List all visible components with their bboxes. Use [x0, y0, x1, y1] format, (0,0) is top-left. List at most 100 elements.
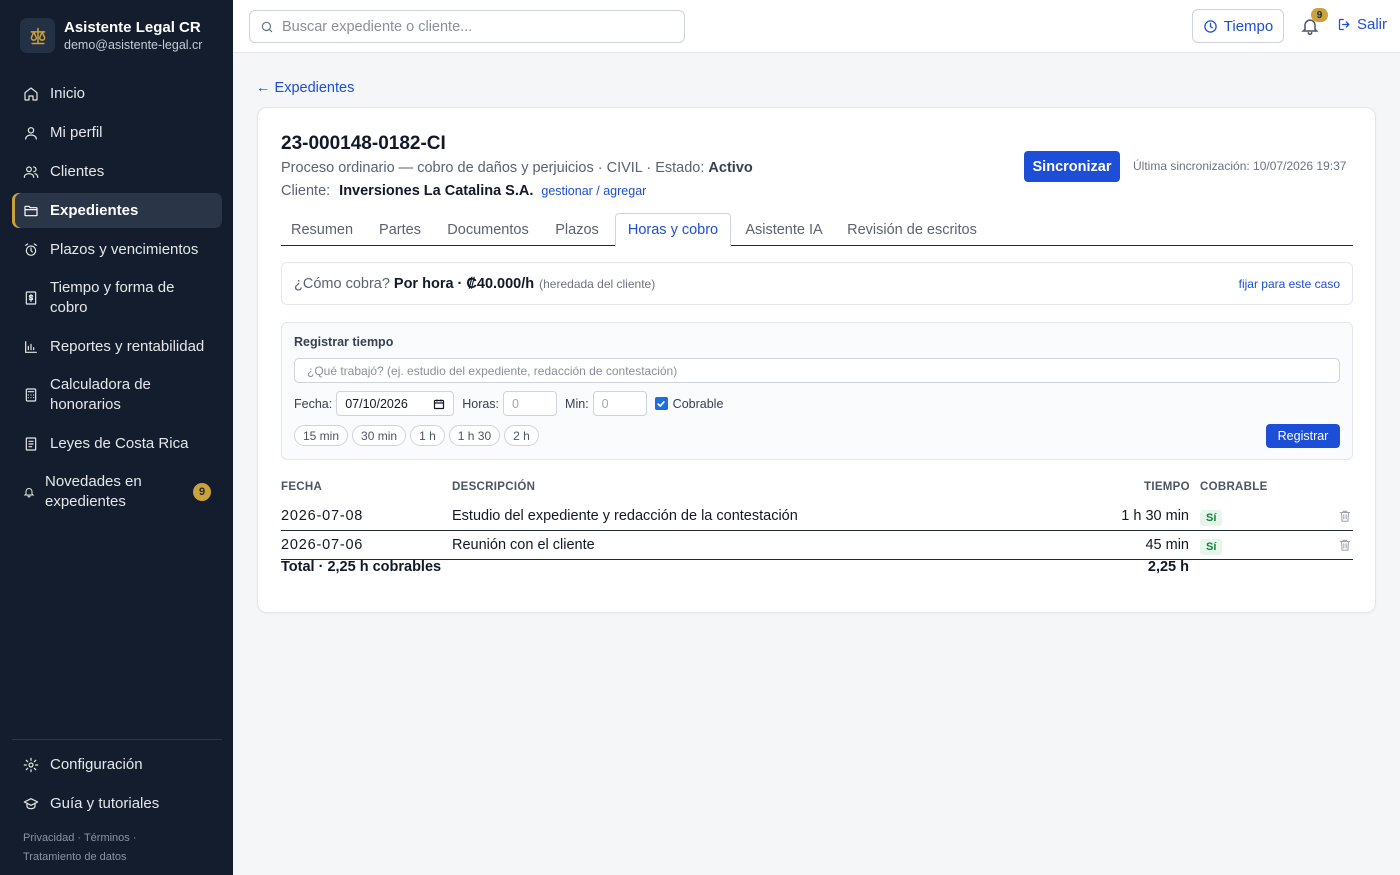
footer-links: Privacidad · Términos · Tratamiento de d… [23, 829, 218, 867]
chip-1-h[interactable]: 1 h [410, 425, 445, 446]
sidebar-item-label: Expedientes [50, 201, 139, 219]
search-box [249, 10, 685, 43]
users-icon [23, 164, 39, 180]
case-number: 23-000148-0182-CI [281, 133, 446, 154]
billing-mode-panel: ¿Cómo cobra? Por hora · ₡40.000/h (hered… [281, 262, 1353, 305]
sidebar: Asistente Legal CR demo@asistente-legal.… [0, 0, 233, 875]
col-header-billable: COBRABLE [1200, 481, 1268, 493]
tab-plazos[interactable]: Plazos [545, 213, 609, 246]
sidebar-item-label: Novedades en expedientes [45, 473, 142, 510]
chip-1-h-30[interactable]: 1 h 30 [448, 425, 501, 446]
sidebar-item-novedades[interactable]: Novedades en expedientes 9 [12, 465, 222, 519]
folder-icon [23, 203, 39, 219]
search-icon [260, 20, 274, 34]
entry-description: Reunión con el cliente [452, 537, 595, 553]
manage-client-link[interactable]: gestionar / agregar [541, 184, 646, 198]
privacy-link[interactable]: Privacidad [23, 832, 74, 844]
tab-revision-escritos[interactable]: Revisión de escritos [839, 213, 985, 246]
back-to-expedientes-link[interactable]: ← Expedientes [256, 80, 354, 96]
sidebar-item-tiempo-cobro[interactable]: Tiempo y forma de cobro [12, 271, 222, 325]
brand[interactable]: Asistente Legal CR demo@asistente-legal.… [20, 18, 202, 53]
register-time-title: Registrar tiempo [294, 335, 394, 349]
terms-link[interactable]: Términos [84, 832, 130, 844]
billable-badge: Sí [1200, 510, 1223, 526]
sidebar-item-plazos[interactable]: Plazos y vencimientos [12, 232, 222, 267]
work-description-input[interactable] [294, 358, 1340, 383]
chip-2-h[interactable]: 2 h [504, 425, 539, 446]
sidebar-item-label: Clientes [50, 162, 105, 180]
date-input[interactable]: 07/10/2026 [336, 391, 455, 416]
client-label: Cliente: [281, 183, 331, 199]
sidebar-item-configuracion[interactable]: Configuración [12, 747, 222, 782]
sidebar-nav: Inicio Mi perfil Clientes Expedientes Pl… [12, 76, 222, 523]
sidebar-item-label: Inicio [50, 84, 86, 102]
bell-icon [23, 486, 35, 498]
sidebar-bottom-nav: Configuración Guía y tutoriales [12, 747, 222, 825]
sidebar-item-label: Tiempo y forma de cobro [50, 279, 175, 316]
tab-resumen[interactable]: Resumen [281, 213, 363, 246]
sidebar-item-guia[interactable]: Guía y tutoriales [12, 786, 222, 821]
sidebar-item-inicio[interactable]: Inicio [12, 76, 222, 111]
data-treatment-link[interactable]: Tratamiento de datos [23, 851, 127, 863]
sidebar-item-mi-perfil[interactable]: Mi perfil [12, 115, 222, 150]
case-description-text: Proceso ordinario — cobro de daños y per… [281, 160, 709, 176]
clock-icon [1203, 19, 1224, 34]
logout-label: Salir [1357, 16, 1388, 33]
tab-partes[interactable]: Partes [369, 213, 431, 246]
sidebar-item-label: Leyes de Costa Rica [50, 434, 189, 452]
case-status: Activo [708, 160, 753, 176]
brand-email: demo@asistente-legal.cr [64, 38, 203, 52]
sidebar-item-leyes[interactable]: Leyes de Costa Rica [12, 426, 222, 461]
quick-time-chips: 15 min 30 min 1 h 1 h 30 2 h [294, 425, 543, 446]
sidebar-item-label: Configuración [50, 755, 143, 773]
entry-description: Estudio del expediente y redacción de la… [452, 508, 798, 524]
scales-icon [20, 18, 55, 53]
user-icon [23, 125, 39, 141]
col-header-time: TIEMPO [1144, 481, 1190, 493]
total-value: 2,25 h [1147, 559, 1189, 575]
sidebar-divider [12, 739, 222, 740]
calendar-icon[interactable] [433, 398, 445, 410]
minutes-label: Min: [565, 396, 589, 411]
entry-time: 1 h 30 min [1121, 508, 1189, 524]
client-name: Inversiones La Catalina S.A. [339, 183, 534, 199]
sync-button[interactable]: Sincronizar [1024, 151, 1120, 182]
billable-label: Cobrable [672, 396, 724, 411]
search-input[interactable] [282, 18, 662, 35]
calculator-icon [23, 387, 39, 403]
date-value: 07/10/2026 [345, 396, 408, 411]
table-row: 2026-07-06 Reunión con el cliente 45 min… [281, 531, 1353, 560]
bar-chart-icon [23, 339, 39, 355]
minutes-input[interactable] [592, 391, 647, 416]
billing-mode: Por hora · ₡40.000/h [393, 275, 535, 292]
book-icon [23, 436, 39, 452]
graduation-cap-icon [23, 796, 39, 812]
sidebar-item-clientes[interactable]: Clientes [12, 154, 222, 189]
gear-icon [23, 757, 39, 773]
tab-asistente-ia[interactable]: Asistente IA [737, 213, 831, 246]
sidebar-item-expedientes[interactable]: Expedientes [12, 193, 222, 228]
hours-label: Horas: [462, 396, 500, 411]
tiempo-label: Tiempo [1223, 17, 1274, 35]
logout-button[interactable]: Salir [1337, 16, 1387, 33]
register-button[interactable]: Registrar [1266, 424, 1340, 448]
trash-icon[interactable] [1338, 538, 1352, 552]
total-row: Total · 2,25 h cobrables 2,25 h [281, 559, 1353, 575]
sidebar-item-label: Guía y tutoriales [50, 794, 160, 812]
chip-30-min[interactable]: 30 min [352, 425, 407, 446]
tab-documentos[interactable]: Documentos [438, 213, 538, 246]
register-fields-row: Fecha: 07/10/2026 Horas: Min: Cobrable [294, 391, 723, 416]
hours-input[interactable] [503, 391, 558, 416]
sidebar-item-label: Reportes y rentabilidad [50, 337, 205, 355]
tab-horas-cobro[interactable]: Horas y cobro [615, 213, 731, 247]
sidebar-item-label: Mi perfil [50, 123, 103, 141]
case-tabs: Resumen Partes Documentos Plazos Horas y… [281, 213, 1353, 247]
brand-name: Asistente Legal CR [64, 19, 201, 36]
sidebar-item-reportes[interactable]: Reportes y rentabilidad [12, 329, 222, 364]
tiempo-button[interactable]: Tiempo [1192, 9, 1284, 43]
fix-billing-link[interactable]: fijar para este caso [1239, 277, 1340, 291]
trash-icon[interactable] [1338, 509, 1352, 523]
chip-15-min[interactable]: 15 min [294, 425, 349, 446]
sidebar-item-calculadora[interactable]: Calculadora de honorarios [12, 368, 222, 422]
billable-checkbox[interactable] [654, 397, 668, 410]
